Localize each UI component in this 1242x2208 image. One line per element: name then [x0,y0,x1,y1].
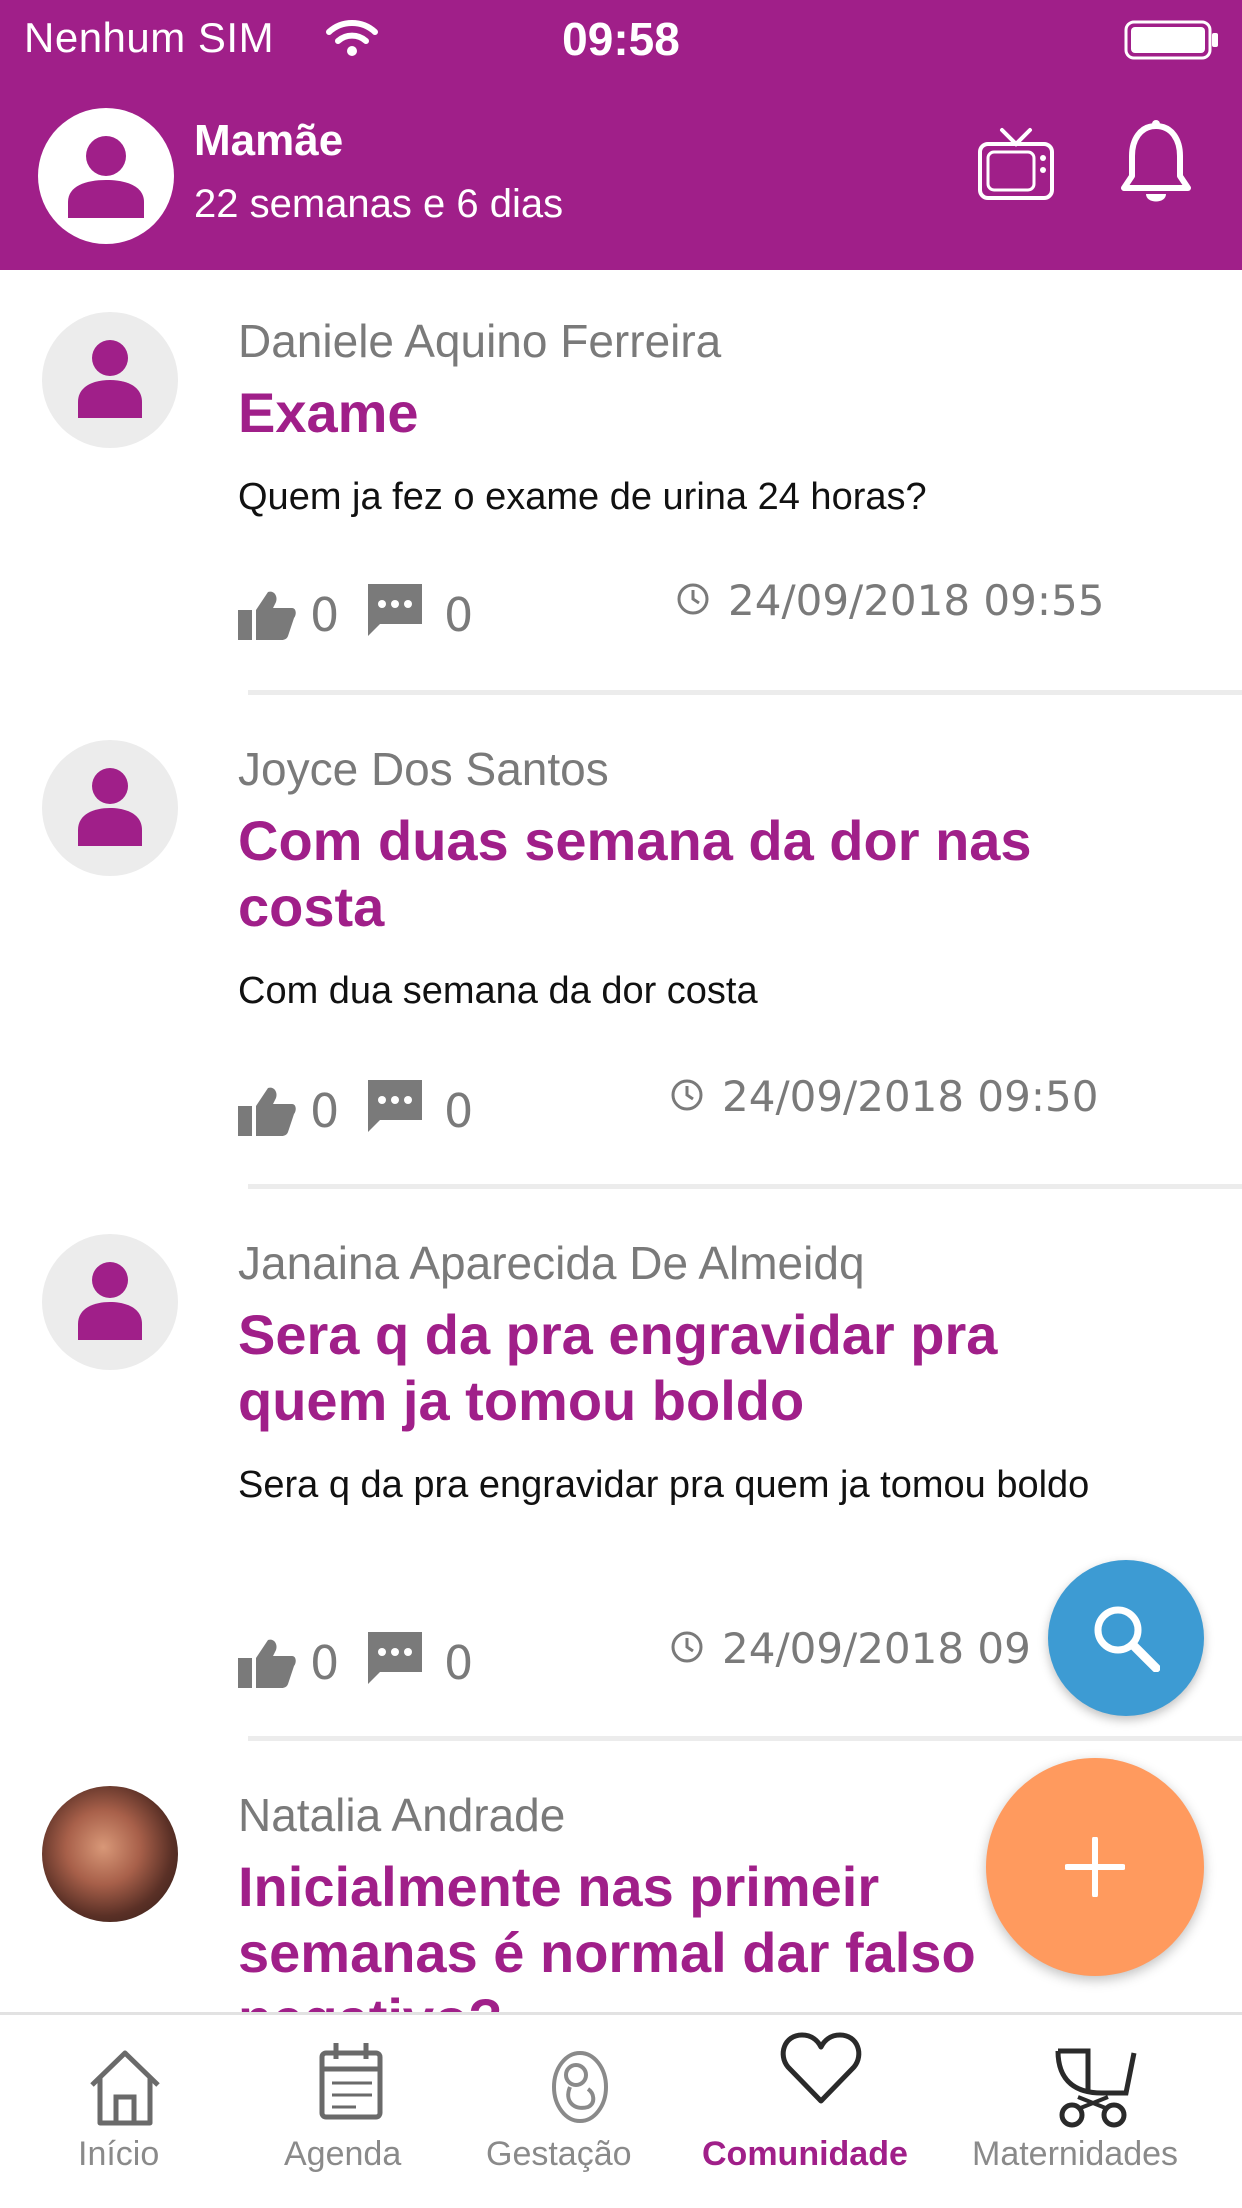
avatar-photo[interactable] [42,1786,178,1922]
comment-icon[interactable] [368,1080,422,1134]
home-icon [90,2050,160,2126]
thumbs-up-icon[interactable] [238,590,296,640]
heart-icon [780,2032,862,2104]
bottom-tab-bar: Início Agenda Gestação Comunidade Matern… [0,2012,1242,2208]
thumbs-up-icon[interactable] [238,1086,296,1136]
app-header: Nenhum SIM 09:58 Mamãe 22 semanas e 6 di… [0,0,1242,270]
baby-icon [552,2051,608,2123]
comment-count: 0 [444,1636,474,1690]
clock-icon [671,1079,703,1111]
comment-count: 0 [444,588,474,642]
post-author: Daniele Aquino Ferreira [238,315,722,367]
divider [248,1736,1242,1741]
post-title[interactable]: Inicialmente nas primeir semanas é norma… [238,1854,1098,2012]
like-count: 0 [310,1636,340,1690]
avatar[interactable] [42,1234,178,1370]
stroller-icon [1055,2048,1137,2128]
post-card[interactable]: Joyce Dos Santos Com duas semana da dor … [0,698,1242,1188]
tab-inicio[interactable]: Início [40,2015,210,2208]
comment-count: 0 [444,1084,474,1138]
tab-label: Agenda [284,2135,402,2173]
post-author: Janaina Aparecida De Almeidq [238,1237,865,1289]
post-body: Quem ja fez o exame de urina 24 horas? [238,476,927,518]
post-author: Joyce Dos Santos [238,743,609,795]
user-icon [78,1262,142,1340]
profile-name: Mamãe [194,116,344,165]
calendar-icon [319,2043,383,2120]
user-icon [78,768,142,846]
battery-icon [1124,20,1218,60]
post-body: Sera q da pra engravidar pra quem ja tom… [238,1464,1090,1506]
post-title[interactable]: Exame [238,380,1098,446]
tab-label: Início [78,2135,160,2173]
profile-avatar[interactable] [38,108,174,244]
tab-agenda[interactable]: Agenda [270,2015,440,2208]
post-meta: 0 0 24/09/2018 09 [238,1624,1138,1690]
new-post-button[interactable] [986,1758,1204,1976]
post-meta: 0 0 24/09/2018 09:55 [238,576,1138,642]
status-time: 09:58 [562,13,680,65]
status-bar: Nenhum SIM 09:58 [0,0,1242,80]
post-date: 24/09/2018 09 [722,1624,1031,1673]
post-author: Natalia Andrade [238,1789,566,1841]
comment-icon[interactable] [368,1632,422,1686]
post-title[interactable]: Sera q da pra engravidar pra quem ja tom… [238,1302,1098,1434]
tab-gestacao[interactable]: Gestação [480,2015,680,2208]
clock-icon [677,583,709,615]
bell-icon[interactable] [1118,120,1194,208]
user-icon [68,136,144,218]
comment-icon[interactable] [368,584,422,638]
like-count: 0 [310,588,340,642]
plus-icon [1065,1837,1125,1897]
clock-icon [671,1631,703,1663]
like-count: 0 [310,1084,340,1138]
tab-comunidade[interactable]: Comunidade [696,2015,946,2208]
post-date: 24/09/2018 09:55 [728,576,1105,625]
community-feed[interactable]: Daniele Aquino Ferreira Exame Quem ja fe… [0,270,1242,2012]
user-icon [78,340,142,418]
post-title[interactable]: Com duas semana da dor nas costa [238,808,1098,940]
divider [248,690,1242,695]
thumbs-up-icon[interactable] [238,1638,296,1688]
divider [248,1184,1242,1189]
avatar[interactable] [42,740,178,876]
tv-icon[interactable] [976,126,1056,206]
avatar[interactable] [42,312,178,448]
tab-maternidades[interactable]: Maternidades [968,2015,1218,2208]
post-body: Com dua semana da dor costa [238,970,758,1012]
search-button[interactable] [1048,1560,1204,1716]
tab-label: Comunidade [702,2135,908,2173]
tab-label: Gestação [486,2135,632,2173]
post-meta: 0 0 24/09/2018 09:50 [238,1072,1138,1138]
post-card[interactable]: Daniele Aquino Ferreira Exame Quem ja fe… [0,270,1242,700]
search-icon [1094,1606,1160,1672]
post-date: 24/09/2018 09:50 [722,1072,1099,1121]
tab-label: Maternidades [972,2135,1179,2173]
pregnancy-week: 22 semanas e 6 dias [194,182,564,226]
